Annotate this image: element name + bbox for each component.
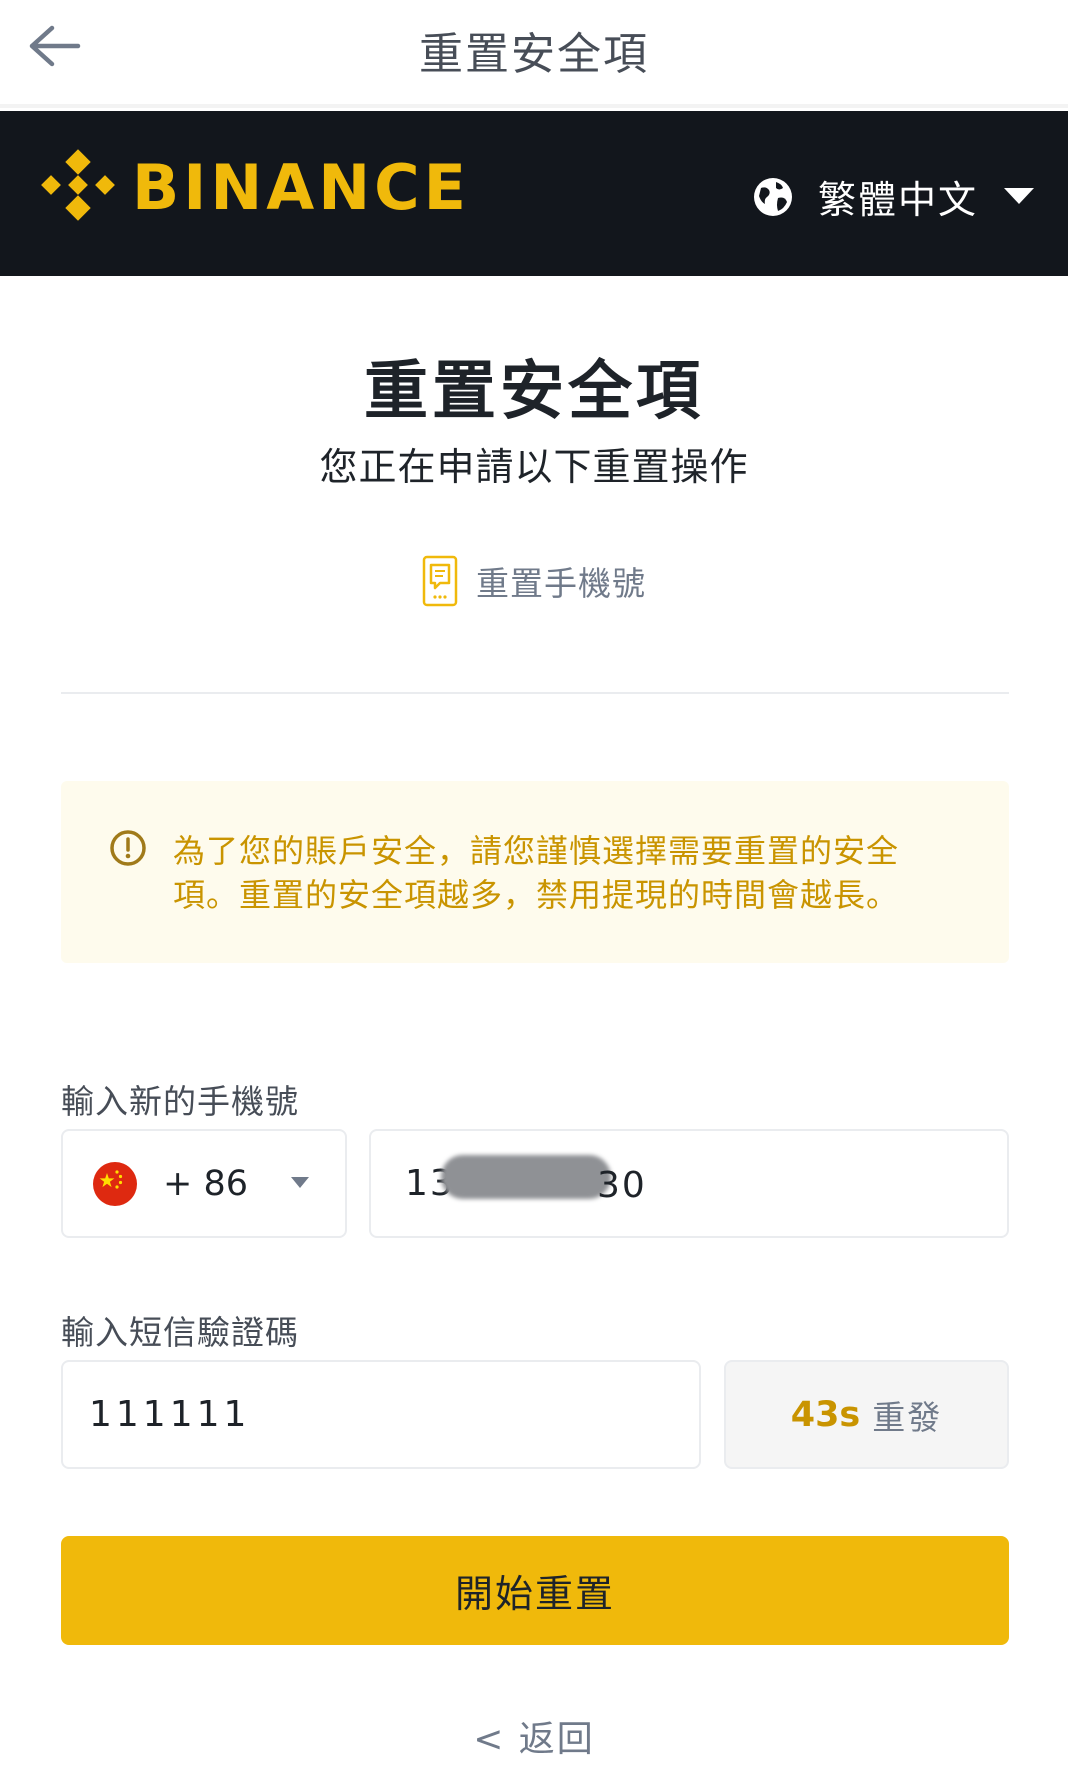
top-navigation-bar: 重置安全項 <box>0 0 1068 108</box>
binance-diamond-icon <box>41 149 115 221</box>
country-code-selector[interactable]: + 86 <box>61 1129 347 1238</box>
resend-label: 重發 <box>872 1397 943 1437</box>
return-link[interactable]: < 返回 <box>0 1710 1068 1762</box>
sms-field-label: 輸入短信驗證碼 <box>61 1313 299 1352</box>
brand-name: BINANCE <box>132 150 470 224</box>
reset-item-label: 重置手機號 <box>476 564 646 603</box>
country-code-value: + 86 <box>163 1163 248 1204</box>
caret-down-icon <box>291 1177 309 1188</box>
language-selector[interactable]: 繁體中文 <box>752 169 1034 224</box>
phone-message-icon <box>422 555 458 607</box>
warning-circle-icon <box>110 830 146 866</box>
section-divider <box>61 692 1009 694</box>
phone-number-input[interactable]: 13 30 <box>369 1129 1009 1238</box>
brand-bar: BINANCE 繁體中文 <box>0 111 1068 276</box>
page-header-title: 重置安全項 <box>419 29 649 80</box>
triangle-down-icon <box>1004 187 1034 204</box>
notice-text: 為了您的賬戶安全，請您謹慎選擇需要重置的安全項。重置的安全項越多，禁用提現的時間… <box>173 832 900 914</box>
phone-redaction-mask <box>441 1155 611 1199</box>
sms-code-value: 111111 <box>89 1394 251 1435</box>
phone-field-label: 輸入新的手機號 <box>61 1082 299 1121</box>
resend-code-button[interactable]: 43s 重發 <box>724 1360 1009 1469</box>
sms-code-input[interactable]: 111111 <box>61 1360 701 1469</box>
globe-icon <box>753 177 792 216</box>
reset-item-phone: 重置手機號 <box>0 555 1068 607</box>
start-reset-button[interactable]: 開始重置 <box>61 1536 1009 1645</box>
resend-countdown: 43s <box>790 1394 861 1435</box>
security-notice: 為了您的賬戶安全，請您謹慎選擇需要重置的安全項。重置的安全項越多，禁用提現的時間… <box>61 781 1009 963</box>
phone-number-suffix: 30 <box>597 1165 647 1206</box>
binance-logo: BINANCE <box>40 149 470 225</box>
language-label: 繁體中文 <box>817 178 978 222</box>
main-title: 重置安全項 <box>364 355 704 429</box>
china-flag-icon <box>93 1161 137 1206</box>
subtitle: 您正在申請以下重置操作 <box>319 445 749 489</box>
